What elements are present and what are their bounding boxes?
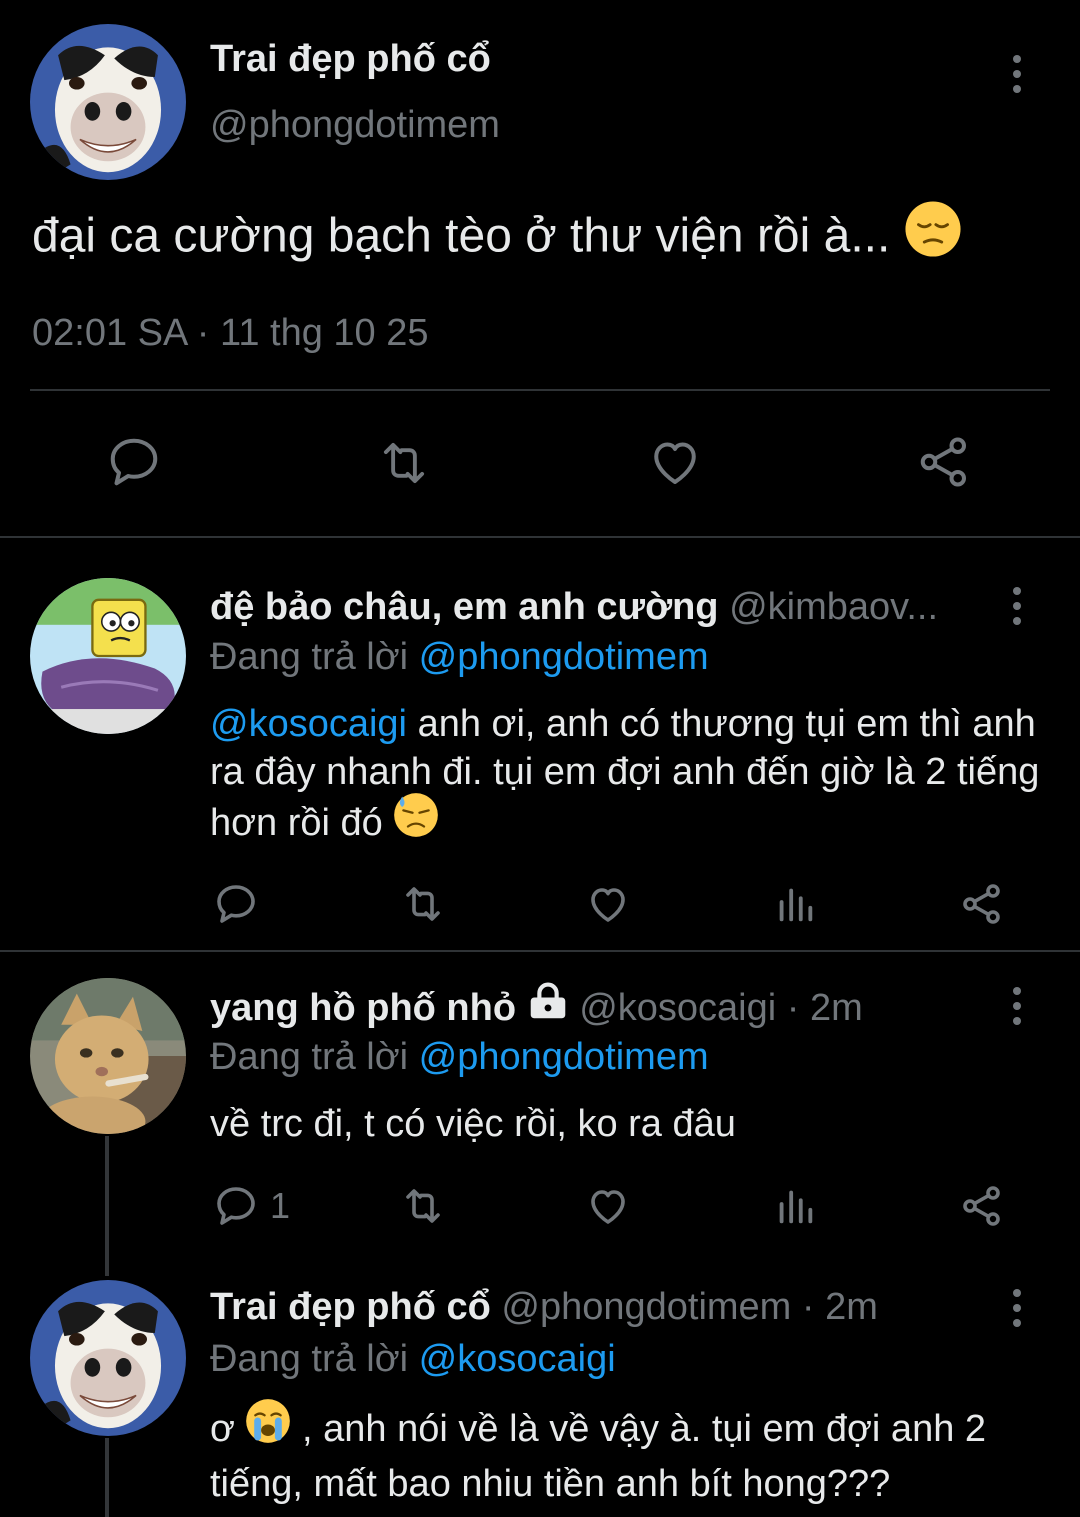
- replying-to-label: Đang trả lời: [210, 1036, 409, 1078]
- retweet-icon: [406, 1189, 440, 1223]
- user-handle[interactable]: @kimbaov...: [729, 586, 938, 628]
- views-button[interactable]: [772, 1182, 818, 1230]
- more-options-icon[interactable]: [1002, 1284, 1032, 1332]
- analytics-icon: [779, 1190, 813, 1224]
- mention-link[interactable]: @kosocaigi: [210, 703, 407, 745]
- retweet-icon: [406, 887, 440, 921]
- spongebob-avatar-image: [30, 578, 186, 734]
- reply-icon: [110, 438, 158, 486]
- thread-connector: [105, 1438, 109, 1517]
- like-button[interactable]: [645, 432, 705, 492]
- section-divider: [0, 950, 1080, 952]
- replying-to-line: Đang trả lời @kosocaigi: [210, 1338, 616, 1381]
- avatar[interactable]: [30, 578, 186, 734]
- retweet-button[interactable]: [398, 880, 448, 928]
- reply-count: 1: [270, 1185, 291, 1226]
- divider: [30, 389, 1050, 391]
- reply-icon: [217, 1187, 255, 1225]
- display-name[interactable]: Trai đẹp phố cổ: [210, 38, 491, 81]
- user-handle[interactable]: @phongdotimem: [501, 1286, 791, 1328]
- main-tweet: Trai đẹp phố cổ @phongdotimem đại ca cườ…: [0, 0, 1080, 536]
- section-divider: [0, 536, 1080, 538]
- replying-to-line: Đang trả lời @phongdotimem: [210, 636, 709, 679]
- like-icon: [591, 1190, 625, 1224]
- share-button[interactable]: [914, 432, 974, 492]
- retweet-button[interactable]: [373, 434, 435, 492]
- tweet-text-content: về trc đi, t có việc rồi, ko ra đâu: [210, 1103, 736, 1145]
- user-handle[interactable]: @kosocaigi: [579, 987, 776, 1029]
- tweet-text: @kosocaigi anh ơi, anh có thương tụi em …: [210, 700, 1050, 854]
- replying-to-mention[interactable]: @phongdotimem: [419, 636, 709, 678]
- more-options-icon[interactable]: [1002, 982, 1032, 1030]
- cow-avatar-image: [30, 1280, 186, 1436]
- thread-connector: [105, 1136, 109, 1276]
- reply-button[interactable]: [212, 880, 270, 928]
- like-button[interactable]: [584, 1182, 632, 1230]
- tweet-text: ơ , anh nói về là về vậy à. tụi em đợi a…: [210, 1399, 1050, 1508]
- tweet-timestamp[interactable]: 02:01 SA · 11 thg 10 25: [32, 312, 429, 355]
- reply-button[interactable]: 1: [212, 1182, 290, 1230]
- lock-icon: [527, 982, 569, 1030]
- analytics-icon: [779, 888, 813, 922]
- replying-to-label: Đang trả lời: [210, 636, 409, 678]
- reply-icon: [217, 885, 255, 923]
- post-time[interactable]: · 2m: [787, 987, 863, 1029]
- reply-header: đệ bảo châu, em anh cường @kimbaov...: [210, 586, 938, 629]
- replying-to-mention[interactable]: @kosocaigi: [419, 1338, 616, 1380]
- like-icon: [591, 888, 625, 922]
- views-button[interactable]: [772, 880, 818, 928]
- tweet-text: về trc đi, t có việc rồi, ko ra đâu: [210, 1100, 1050, 1148]
- tweet-text-content: , anh nói về là về vậy à. tụi em đợi anh…: [210, 1408, 987, 1505]
- more-options-icon[interactable]: [1002, 50, 1032, 98]
- like-icon: [654, 442, 696, 484]
- tweet-thread-page: Trai đẹp phố cổ @phongdotimem đại ca cườ…: [0, 0, 1080, 1517]
- share-button[interactable]: [958, 1182, 1006, 1230]
- retweet-icon: [383, 442, 425, 484]
- avatar[interactable]: [30, 1280, 186, 1436]
- replying-to-mention[interactable]: @phongdotimem: [419, 1036, 709, 1078]
- retweet-button[interactable]: [398, 1182, 448, 1230]
- replying-to-label: Đang trả lời: [210, 1338, 409, 1380]
- display-name[interactable]: yang hồ phố nhỏ: [210, 987, 516, 1029]
- user-handle[interactable]: @phongdotimem: [210, 104, 500, 147]
- avatar[interactable]: [30, 24, 186, 180]
- tweet-text-start: ơ: [210, 1408, 235, 1451]
- pensive-face-emoji-icon: [904, 200, 962, 270]
- share-icon: [963, 884, 1000, 924]
- cat-avatar-image: [30, 978, 186, 1134]
- share-icon: [963, 1186, 1000, 1226]
- post-time[interactable]: · 2m: [802, 1286, 878, 1328]
- reply-header: Trai đẹp phố cổ @phongdotimem · 2m: [210, 1286, 878, 1329]
- tweet-text: đại ca cường bạch tèo ở thư viện rồi à..…: [32, 201, 962, 274]
- loudly-crying-face-emoji-icon: [245, 1398, 291, 1456]
- display-name[interactable]: Trai đẹp phố cổ: [210, 1286, 491, 1328]
- avatar[interactable]: [30, 978, 186, 1134]
- downcast-face-with-sweat-emoji-icon: [393, 792, 439, 850]
- like-button[interactable]: [584, 880, 632, 928]
- reply-button[interactable]: [104, 432, 164, 492]
- more-options-icon[interactable]: [1002, 582, 1032, 630]
- share-button[interactable]: [958, 880, 1006, 928]
- replying-to-line: Đang trả lời @phongdotimem: [210, 1036, 709, 1079]
- cow-avatar-image: [30, 24, 186, 180]
- display-name[interactable]: đệ bảo châu, em anh cường: [210, 586, 719, 628]
- tweet-text-content: đại ca cường bạch tèo ở thư viện rồi à..…: [32, 209, 891, 263]
- reply-header: yang hồ phố nhỏ @kosocaigi · 2m: [210, 982, 863, 1034]
- share-icon: [920, 437, 966, 487]
